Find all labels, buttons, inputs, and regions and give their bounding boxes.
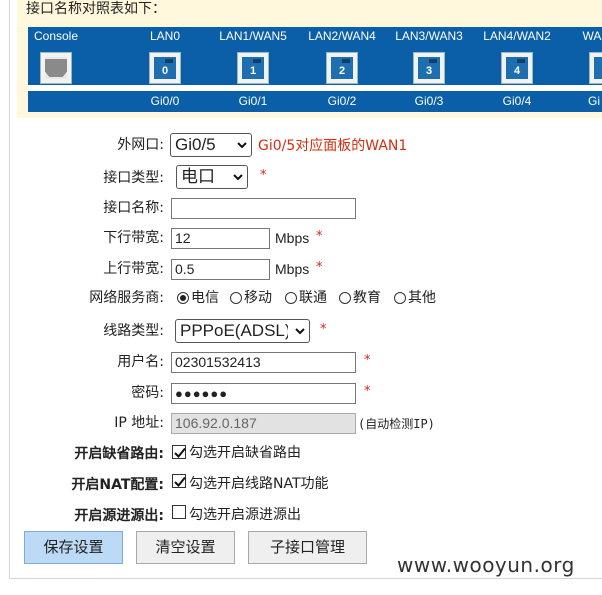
device-panel: Console LAN0 LAN1/WAN5 LAN2/WAN4 LAN3/WA… xyxy=(28,27,602,112)
wan-port-label: 外网口: xyxy=(117,137,164,153)
checkmark-icon xyxy=(174,476,186,487)
ip-input: 106.92.0.187 xyxy=(171,413,356,434)
downlink-label: 下行带宽: xyxy=(103,230,164,246)
uplink-label: 上行带宽: xyxy=(103,261,164,277)
port-label-gi0-5: Gi xyxy=(588,94,600,108)
ethernet-port-icon: 4 xyxy=(501,52,533,84)
port-type-label: 接口类型: xyxy=(103,170,164,186)
port-type-select[interactable]: 电口 xyxy=(176,165,248,189)
wan-port-select[interactable]: Gi0/5 xyxy=(170,133,252,157)
default-route-label: 开启缺省路由: xyxy=(74,446,164,462)
checkmark-icon xyxy=(174,447,186,458)
port-name-lan0: LAN0 xyxy=(149,29,181,43)
port-name-label: 接口名称: xyxy=(103,200,164,216)
ethernet-port-icon: 1 xyxy=(237,52,269,84)
nat-text: 勾选开启线路NAT功能 xyxy=(189,476,329,492)
port-name-wan1: WA xyxy=(582,29,602,43)
downlink-unit: Mbps xyxy=(275,230,310,246)
port-name-lan3: LAN3/WAN3 xyxy=(395,29,463,43)
frame-left-border xyxy=(9,0,10,578)
isp-option-other: 其他 xyxy=(408,290,436,306)
required-mark: * xyxy=(316,229,323,244)
password-label: 密码: xyxy=(131,385,164,401)
required-mark: * xyxy=(260,168,267,183)
required-mark: * xyxy=(364,353,371,368)
chevron-down-icon xyxy=(237,142,247,149)
save-button[interactable]: 保存设置 xyxy=(24,531,123,564)
console-port-icon xyxy=(40,52,72,84)
port-label-gi0-1: Gi0/1 xyxy=(238,94,268,108)
nat-label: 开启NAT配置: xyxy=(71,477,164,493)
port-label-gi0-2: Gi0/2 xyxy=(327,94,357,108)
isp-option-telecom: 电信 xyxy=(191,290,219,306)
ethernet-port-icon: 0 xyxy=(149,52,181,84)
line-type-select[interactable]: PPPoE(ADSL) xyxy=(175,319,310,343)
uplink-input[interactable]: 0.5 xyxy=(171,259,270,280)
username-label: 用户名: xyxy=(117,354,164,370)
password-input[interactable]: ●●●●●● xyxy=(171,383,356,404)
isp-radio-edu[interactable] xyxy=(339,292,351,304)
username-input[interactable]: 02301532413 xyxy=(171,352,356,373)
required-mark: * xyxy=(320,322,327,337)
ip-autodetect-note: (自动检测IP) xyxy=(358,417,435,431)
ip-label: IP 地址: xyxy=(114,415,164,431)
isp-label: 网络服务商: xyxy=(89,290,164,306)
uplink-unit: Mbps xyxy=(275,261,310,277)
chevron-down-icon xyxy=(295,328,305,335)
frame-bottom-border xyxy=(9,578,602,579)
port-name-input[interactable] xyxy=(171,198,356,219)
clear-button[interactable]: 清空设置 xyxy=(136,531,235,564)
source-route-text: 勾选开启源进源出 xyxy=(189,507,301,523)
source-route-label: 开启源进源出: xyxy=(74,508,164,524)
nat-checkbox[interactable] xyxy=(172,474,186,488)
isp-radio-unicom[interactable] xyxy=(285,292,297,304)
ethernet-port-icon: 2 xyxy=(326,52,358,84)
port-mapping-title: 接口名称对照表如下： xyxy=(26,1,166,17)
line-type-label: 线路类型: xyxy=(103,323,164,339)
ethernet-port-icon: 3 xyxy=(413,52,445,84)
source-route-checkbox[interactable] xyxy=(172,505,186,519)
required-mark: * xyxy=(364,384,371,399)
port-label-gi0-4: Gi0/4 xyxy=(502,94,532,108)
port-name-console: Console xyxy=(33,29,79,43)
sub-interface-button[interactable]: 子接口管理 xyxy=(248,531,367,564)
isp-radio-mobile[interactable] xyxy=(230,292,242,304)
isp-radio-other[interactable] xyxy=(394,292,406,304)
port-name-lan4: LAN4/WAN2 xyxy=(483,29,551,43)
isp-option-mobile: 移动 xyxy=(244,290,272,306)
wan-port-hint: Gi0/5对应面板的WAN1 xyxy=(258,138,408,154)
required-mark: * xyxy=(316,260,323,275)
default-route-text: 勾选开启缺省路由 xyxy=(189,445,301,461)
panel-divider xyxy=(28,85,602,91)
isp-option-edu: 教育 xyxy=(353,290,381,306)
isp-option-unicom: 联通 xyxy=(299,290,327,306)
isp-radio-telecom[interactable] xyxy=(177,292,189,304)
watermark: www.wooyun.org xyxy=(397,553,575,577)
port-label-gi0-3: Gi0/3 xyxy=(414,94,444,108)
downlink-input[interactable]: 12 xyxy=(171,228,270,249)
port-label-gi0-0: Gi0/0 xyxy=(150,94,180,108)
port-name-lan1: LAN1/WAN5 xyxy=(219,29,287,43)
default-route-checkbox[interactable] xyxy=(172,445,186,459)
chevron-down-icon xyxy=(233,174,243,181)
ethernet-port-icon: 5 xyxy=(589,52,602,84)
port-name-lan2: LAN2/WAN4 xyxy=(308,29,376,43)
